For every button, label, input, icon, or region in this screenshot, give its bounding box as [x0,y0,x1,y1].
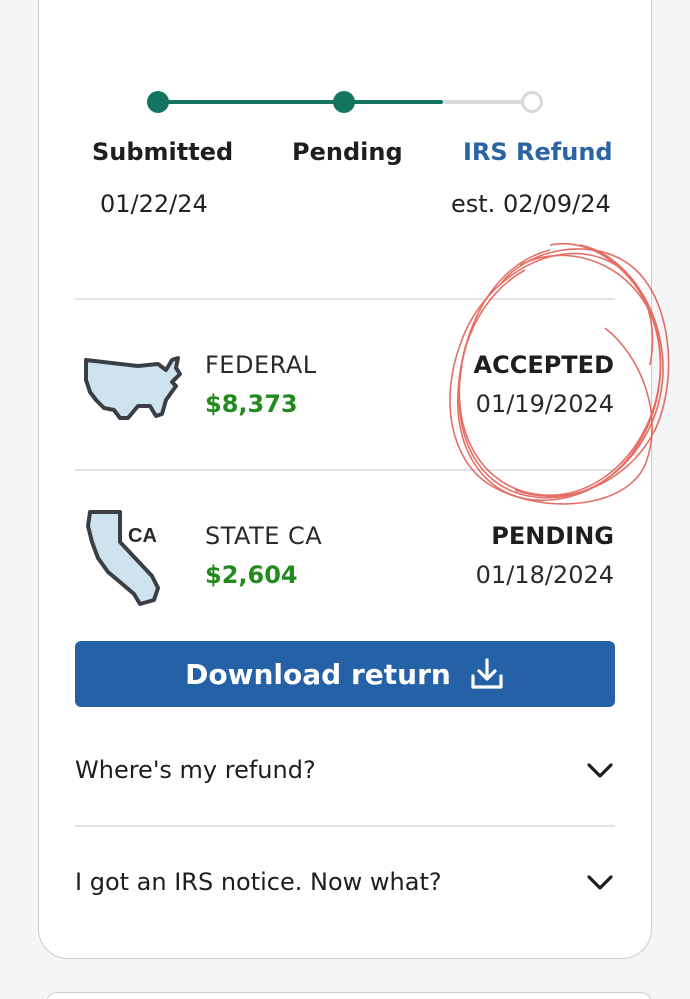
state-status: PENDING [491,522,614,550]
step-pending-dot [333,91,355,113]
faq-question: Where's my refund? [75,756,316,784]
federal-label: FEDERAL [205,351,317,379]
step-irs-refund-dot [521,91,543,113]
state-date: 01/18/2024 [475,561,614,589]
state-amount: $2,604 [205,561,298,589]
step-submitted-label: Submitted [92,138,234,166]
step-irs-refund-date: est. 02/09/24 [451,190,611,218]
next-card-edge [46,992,652,999]
faq-question: I got an IRS notice. Now what? [75,868,442,896]
divider [75,825,615,827]
federal-amount: $8,373 [205,390,298,418]
chevron-down-icon [587,875,613,890]
step-irs-refund-label: IRS Refund [463,138,613,166]
state-label: STATE CA [205,522,323,550]
divider [75,298,615,300]
chevron-down-icon [587,763,613,778]
divider [75,469,615,471]
step-submitted-dot [147,91,169,113]
download-return-label: Download return [185,657,451,691]
page: Submitted Pending IRS Refund 01/22/24 es… [0,0,690,999]
step-submitted-date: 01/22/24 [100,190,208,218]
download-return-button[interactable]: Download return [75,641,615,707]
progress-complete-line [158,100,443,104]
california-map-icon-text: CA [128,525,157,547]
faq-wheres-my-refund[interactable]: Where's my refund? [75,740,615,800]
progress-remaining-line [443,100,533,104]
federal-status: ACCEPTED [473,351,614,379]
california-map-icon: CA [86,510,160,606]
download-icon [471,658,503,689]
step-pending-label: Pending [292,138,403,166]
us-map-icon [84,356,182,420]
faq-irs-notice[interactable]: I got an IRS notice. Now what? [75,852,615,912]
federal-date: 01/19/2024 [475,390,614,418]
